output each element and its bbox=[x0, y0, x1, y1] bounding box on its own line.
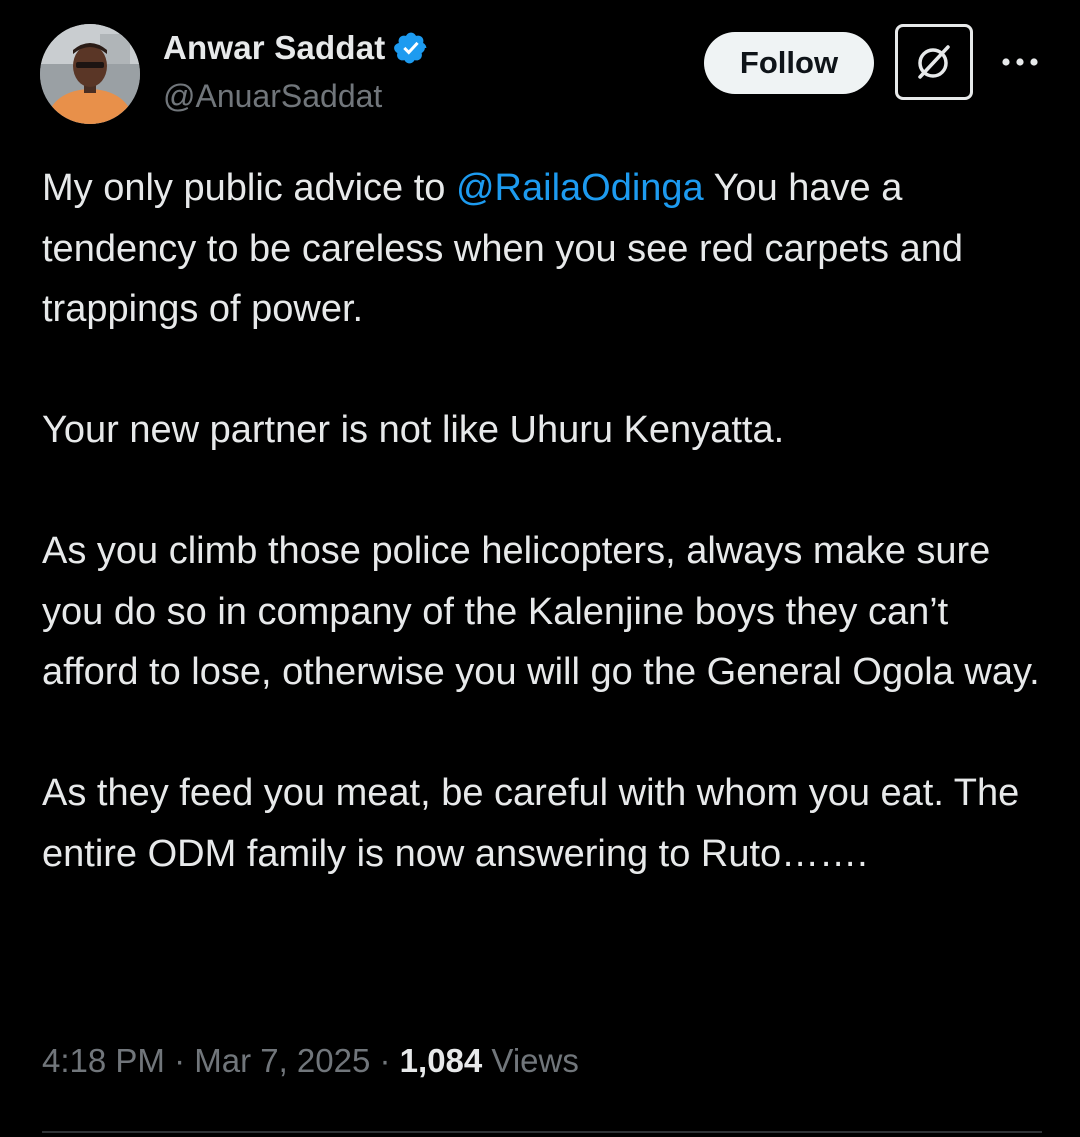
tweet-date[interactable]: Mar 7, 2025 bbox=[194, 1042, 370, 1079]
tweet-time[interactable]: 4:18 PM bbox=[42, 1042, 165, 1079]
grok-icon bbox=[918, 45, 950, 79]
grok-button[interactable] bbox=[895, 24, 973, 100]
views-count[interactable]: 1,084 bbox=[400, 1042, 483, 1079]
avatar[interactable] bbox=[40, 24, 140, 124]
mention-link[interactable]: @RailaOdinga bbox=[456, 167, 704, 209]
more-options-button[interactable] bbox=[998, 40, 1042, 84]
follow-button[interactable]: Follow bbox=[704, 32, 874, 94]
author-handle[interactable]: @AnuarSaddat bbox=[163, 78, 429, 115]
tweet-paragraph: My only public advice to @RailaOdinga Yo… bbox=[42, 158, 1042, 340]
author-name-row: Anwar Saddat bbox=[163, 28, 429, 68]
tweet-meta: 4:18 PM · Mar 7, 2025 · 1,084 Views bbox=[42, 1042, 579, 1080]
tweet-text-segment: My only public advice to bbox=[42, 167, 456, 209]
tweet-paragraph: Your new partner is not like Uhuru Kenya… bbox=[42, 409, 785, 451]
tweet-header: Anwar Saddat @AnuarSaddat Follow bbox=[0, 0, 1080, 140]
tweet-body: My only public advice to @RailaOdinga Yo… bbox=[42, 158, 1042, 884]
tweet-paragraph: As they feed you meat, be careful with w… bbox=[42, 772, 1020, 875]
divider bbox=[42, 1131, 1042, 1133]
verified-badge-icon[interactable] bbox=[393, 30, 429, 66]
avatar-image bbox=[40, 24, 140, 124]
tweet-paragraph: As you climb those police helicopters, a… bbox=[42, 530, 1040, 693]
meta-separator: · bbox=[370, 1042, 400, 1079]
author-display-name[interactable]: Anwar Saddat bbox=[163, 29, 385, 67]
views-label: Views bbox=[482, 1042, 579, 1079]
meta-separator: · bbox=[164, 1042, 195, 1079]
more-icon bbox=[1002, 58, 1038, 66]
author-block: Anwar Saddat @AnuarSaddat bbox=[163, 28, 429, 115]
